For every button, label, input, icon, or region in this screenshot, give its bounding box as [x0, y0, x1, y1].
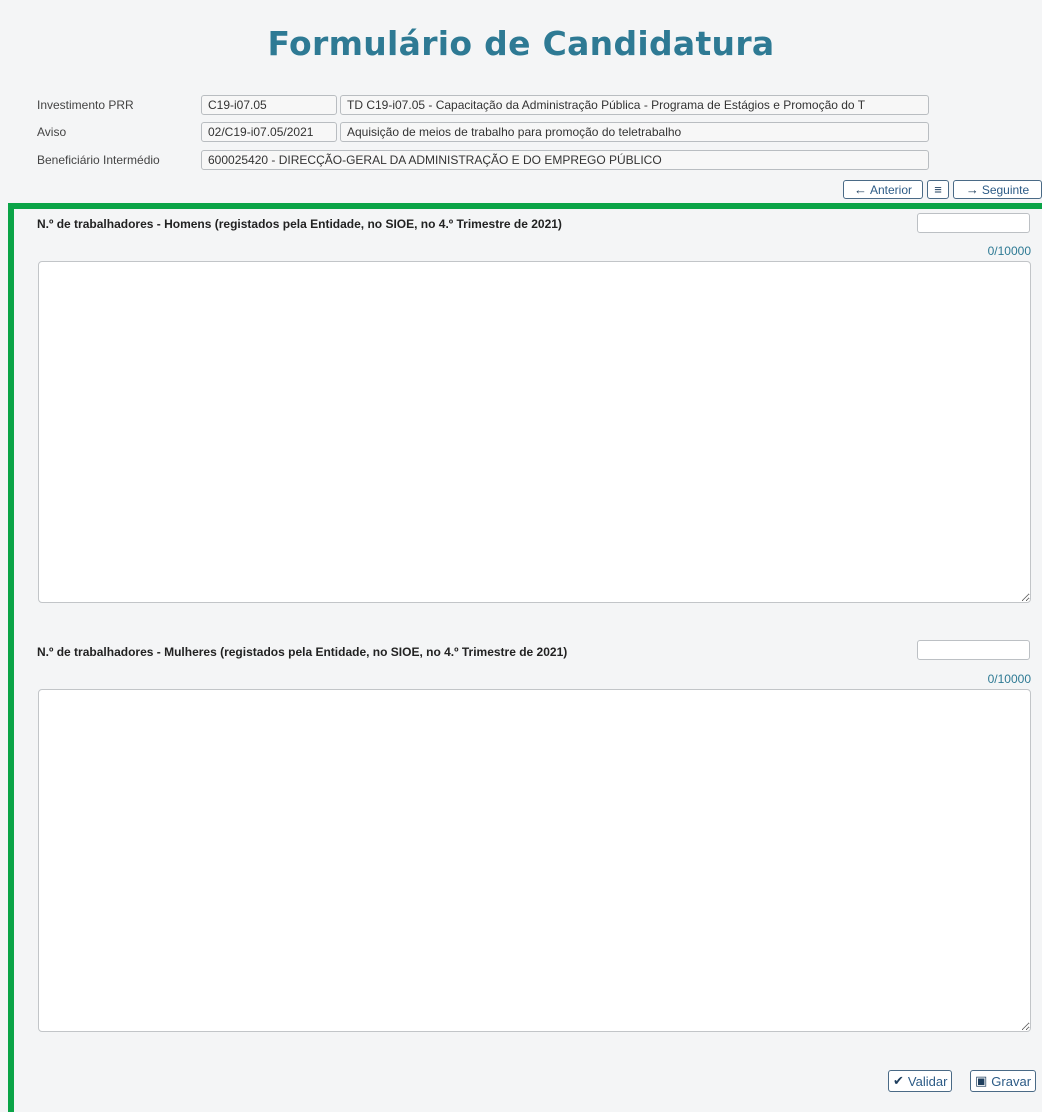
homens-count-input[interactable]	[917, 213, 1030, 233]
previous-button-label: Anterior	[869, 182, 913, 197]
next-button-label: Seguinte	[981, 182, 1030, 197]
beneficiario-field: 600025420 - DIRECÇÃO-GERAL DA ADMINISTRA…	[201, 150, 929, 170]
previous-button[interactable]: ← Anterior	[843, 180, 923, 199]
aviso-code-field: 02/C19-i07.05/2021	[201, 122, 337, 142]
mulheres-description-textarea[interactable]	[38, 689, 1031, 1032]
list-icon: ≡	[934, 182, 942, 197]
menu-button[interactable]: ≡	[927, 180, 949, 199]
homens-char-counter: 0/10000	[987, 244, 1031, 258]
arrow-left-icon: ←	[853, 182, 867, 197]
save-button-label: Gravar	[991, 1073, 1032, 1089]
arrow-right-icon: →	[965, 182, 979, 197]
investimento-label: Investimento PRR	[37, 98, 134, 112]
aviso-description-field: Aquisição de meios de trabalho para prom…	[340, 122, 929, 142]
floppy-disk-icon: ▣	[975, 1073, 988, 1088]
validate-button-label: Validar	[907, 1073, 948, 1089]
homens-description-textarea[interactable]	[38, 261, 1031, 603]
save-button[interactable]: ▣ Gravar	[970, 1070, 1037, 1092]
page-title: Formulário de Candidatura	[267, 24, 775, 63]
investimento-description-field: TD C19-i07.05 - Capacitação da Administr…	[340, 95, 929, 115]
beneficiario-label: Beneficiário Intermédio	[37, 153, 160, 167]
validate-button[interactable]: ✔ Validar	[888, 1070, 953, 1092]
investimento-code-field: C19-i07.05	[201, 95, 337, 115]
checkmark-icon: ✔	[893, 1073, 904, 1088]
question-mulheres-label: N.º de trabalhadores - Mulheres (regista…	[37, 645, 568, 659]
next-button[interactable]: → Seguinte	[953, 180, 1042, 199]
question-homens-label: N.º de trabalhadores - Homens (registado…	[37, 217, 562, 231]
mulheres-count-input[interactable]	[917, 640, 1030, 660]
info-row-beneficiario: Beneficiário Intermédio 600025420 - DIRE…	[37, 150, 937, 170]
aviso-label: Aviso	[37, 125, 67, 139]
mulheres-char-counter: 0/10000	[987, 672, 1031, 686]
info-row-aviso: Aviso 02/C19-i07.05/2021 Aquisição de me…	[37, 122, 937, 142]
info-row-investimento: Investimento PRR C19-i07.05 TD C19-i07.0…	[37, 95, 937, 115]
